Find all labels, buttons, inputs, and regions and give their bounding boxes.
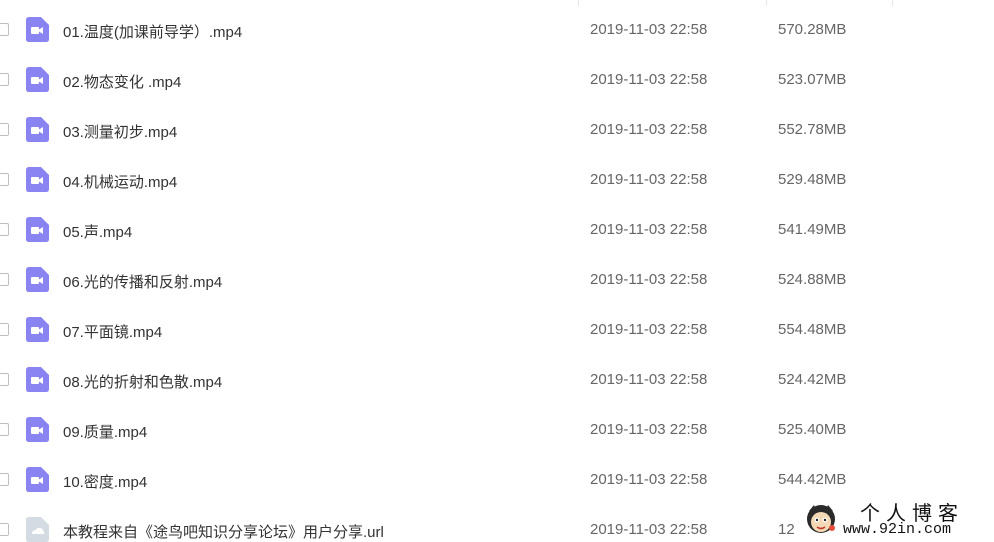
file-size: 554.48MB	[778, 321, 847, 338]
file-modified-date: 2019-11-03 22:58	[590, 471, 708, 488]
video-file-icon	[26, 117, 49, 142]
file-modified-date: 2019-11-03 22:58	[590, 521, 708, 538]
file-row[interactable]: 05.声.mp4 2019-11-03 22:58 541.49MB	[0, 205, 994, 255]
row-checkbox[interactable]	[0, 423, 9, 436]
file-name-link[interactable]: 04.机械运动.mp4	[63, 171, 177, 192]
file-modified-date: 2019-11-03 22:58	[590, 221, 708, 238]
file-size: 570.28MB	[778, 21, 847, 38]
file-size: 12	[778, 521, 795, 538]
video-file-icon	[26, 267, 49, 292]
file-size: 525.40MB	[778, 421, 847, 438]
video-file-icon	[26, 167, 49, 192]
file-size: 524.42MB	[778, 371, 847, 388]
row-checkbox[interactable]	[0, 373, 9, 386]
file-list: 01.温度(加课前导学）.mp4 2019-11-03 22:58 570.28MB…	[0, 5, 994, 542]
file-size: 552.78MB	[778, 121, 847, 138]
video-file-icon	[26, 367, 49, 392]
file-name-link[interactable]: 05.声.mp4	[63, 221, 132, 242]
video-file-icon	[26, 467, 49, 492]
file-modified-date: 2019-11-03 22:58	[590, 171, 708, 188]
file-name-link[interactable]: 01.温度(加课前导学）.mp4	[63, 21, 242, 42]
url-file-icon	[26, 517, 49, 542]
file-name-link[interactable]: 08.光的折射和色散.mp4	[63, 371, 222, 392]
video-file-icon	[26, 67, 49, 92]
row-checkbox[interactable]	[0, 323, 9, 336]
file-size: 544.42MB	[778, 471, 847, 488]
file-row[interactable]: 02.物态变化 .mp4 2019-11-03 22:58 523.07MB	[0, 55, 994, 105]
row-checkbox[interactable]	[0, 23, 9, 36]
file-modified-date: 2019-11-03 22:58	[590, 421, 708, 438]
video-file-icon	[26, 17, 49, 42]
file-row[interactable]: 06.光的传播和反射.mp4 2019-11-03 22:58 524.88MB	[0, 255, 994, 305]
file-size: 541.49MB	[778, 221, 847, 238]
file-modified-date: 2019-11-03 22:58	[590, 371, 708, 388]
file-name-link[interactable]: 09.质量.mp4	[63, 421, 147, 442]
row-checkbox[interactable]	[0, 223, 9, 236]
file-row[interactable]: 08.光的折射和色散.mp4 2019-11-03 22:58 524.42MB	[0, 355, 994, 405]
file-name-link[interactable]: 03.测量初步.mp4	[63, 121, 177, 142]
file-name-link[interactable]: 本教程来自《途鸟吧知识分享论坛》用户分享.url	[63, 521, 384, 542]
watermark-url: www.92in.com	[843, 521, 952, 538]
file-modified-date: 2019-11-03 22:58	[590, 21, 708, 38]
file-name-link[interactable]: 10.密度.mp4	[63, 471, 147, 492]
file-name-link[interactable]: 07.平面镜.mp4	[63, 321, 162, 342]
row-checkbox[interactable]	[0, 73, 9, 86]
row-checkbox[interactable]	[0, 473, 9, 486]
file-row[interactable]: 07.平面镜.mp4 2019-11-03 22:58 554.48MB	[0, 305, 994, 355]
file-modified-date: 2019-11-03 22:58	[590, 71, 708, 88]
video-file-icon	[26, 217, 49, 242]
file-list-window: 01.温度(加课前导学）.mp4 2019-11-03 22:58 570.28MB…	[0, 0, 994, 542]
file-size: 523.07MB	[778, 71, 847, 88]
file-row[interactable]: 01.温度(加课前导学）.mp4 2019-11-03 22:58 570.28MB	[0, 5, 994, 55]
video-file-icon	[26, 317, 49, 342]
file-modified-date: 2019-11-03 22:58	[590, 121, 708, 138]
file-modified-date: 2019-11-03 22:58	[590, 321, 708, 338]
file-modified-date: 2019-11-03 22:58	[590, 271, 708, 288]
file-size: 529.48MB	[778, 171, 847, 188]
file-size: 524.88MB	[778, 271, 847, 288]
row-checkbox[interactable]	[0, 273, 9, 286]
file-row[interactable]: 09.质量.mp4 2019-11-03 22:58 525.40MB	[0, 405, 994, 455]
site-watermark: 个人博客 www.92in.com	[796, 496, 994, 542]
file-name-link[interactable]: 06.光的传播和反射.mp4	[63, 271, 222, 292]
row-checkbox[interactable]	[0, 173, 9, 186]
row-checkbox[interactable]	[0, 523, 9, 536]
video-file-icon	[26, 417, 49, 442]
file-row[interactable]: 03.测量初步.mp4 2019-11-03 22:58 552.78MB	[0, 105, 994, 155]
row-checkbox[interactable]	[0, 123, 9, 136]
mascot-logo	[807, 505, 835, 533]
file-row[interactable]: 04.机械运动.mp4 2019-11-03 22:58 529.48MB	[0, 155, 994, 205]
file-name-link[interactable]: 02.物态变化 .mp4	[63, 71, 181, 92]
